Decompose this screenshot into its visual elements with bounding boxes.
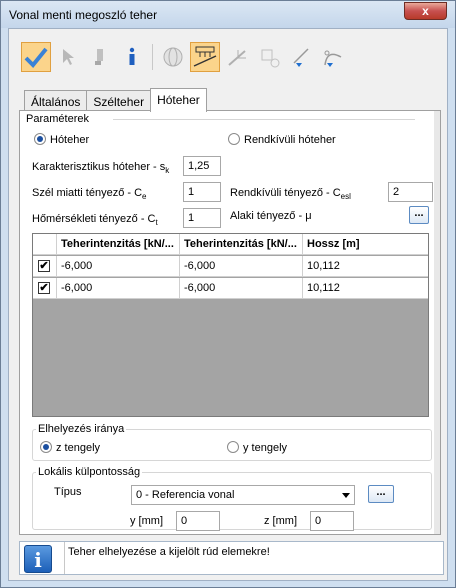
panel-scrollbar[interactable] bbox=[434, 111, 440, 534]
row-check-cell: ✔ bbox=[33, 256, 57, 277]
toolbar bbox=[21, 40, 348, 74]
table-row[interactable]: ✔ -6,000 -6,000 10,112 bbox=[33, 256, 428, 277]
info-icon[interactable] bbox=[117, 42, 147, 72]
load-table: Teherintenzitás [kN/... Teherintenzitás … bbox=[32, 233, 429, 417]
row-checkbox[interactable]: ✔ bbox=[38, 282, 50, 294]
eccentricity-edit-button[interactable]: ... bbox=[368, 485, 394, 503]
window-title: Vonal menti megoszló teher bbox=[9, 8, 158, 22]
mu-label: Alaki tényező - μ bbox=[230, 210, 312, 222]
cursor-tool-icon[interactable] bbox=[85, 42, 115, 72]
radio-snow-load[interactable]: Hóteher bbox=[34, 133, 89, 146]
parameters-legend: Paraméterek bbox=[26, 113, 89, 125]
radio-exceptional-dot bbox=[228, 133, 240, 145]
ct-label: Hőmérsékleti tényező - Ct bbox=[32, 213, 158, 228]
tab-wind-load[interactable]: Szélteher bbox=[86, 90, 152, 111]
radio-y-axis-dot bbox=[227, 441, 239, 453]
mu-edit-button[interactable]: ... bbox=[409, 206, 429, 224]
close-button[interactable]: x bbox=[404, 2, 447, 20]
ct-input[interactable]: 1 bbox=[183, 208, 221, 228]
header-check-cell bbox=[33, 234, 57, 255]
snow-load-panel: Paraméterek Hóteher Rendkívüli hóteher K… bbox=[19, 110, 441, 535]
placement-legend: Elhelyezés iránya bbox=[36, 423, 127, 435]
check-icon[interactable] bbox=[21, 42, 51, 72]
header-length[interactable]: Hossz [m] bbox=[303, 234, 428, 255]
header-intensity-end[interactable]: Teherintenzitás [kN/... bbox=[180, 234, 303, 255]
cell-intensity-end[interactable]: -6,000 bbox=[180, 256, 303, 277]
status-divider bbox=[64, 542, 65, 574]
ce-input[interactable]: 1 bbox=[183, 182, 221, 202]
tab-general[interactable]: Általános bbox=[24, 90, 88, 111]
chevron-down-icon bbox=[342, 493, 350, 498]
radio-z-axis-dot bbox=[40, 441, 52, 453]
tab-snow-load[interactable]: Hóteher bbox=[150, 88, 207, 112]
pointer-icon[interactable] bbox=[53, 42, 83, 72]
y-mm-input[interactable]: 0 bbox=[176, 511, 220, 531]
table-header: Teherintenzitás [kN/... Teherintenzitás … bbox=[33, 234, 428, 255]
node-grid-icon[interactable] bbox=[254, 42, 284, 72]
sk-label: Karakterisztikus hóteher - sk bbox=[32, 161, 170, 176]
row-checkbox[interactable]: ✔ bbox=[38, 260, 50, 272]
radio-exceptional-snow-load[interactable]: Rendkívüli hóteher bbox=[228, 133, 336, 146]
ce-label: Szél miatti tényező - Ce bbox=[32, 187, 147, 202]
line-arrow-icon[interactable] bbox=[286, 42, 316, 72]
radio-y-axis[interactable]: y tengely bbox=[227, 441, 287, 454]
cesl-label: Rendkívüli tényező - Cesl bbox=[230, 187, 351, 202]
cell-intensity-start[interactable]: -6,000 bbox=[57, 278, 180, 299]
status-message: Teher elhelyezése a kijelölt rúd elemekr… bbox=[68, 546, 270, 558]
title-bar[interactable]: Vonal menti megoszló teher x bbox=[1, 1, 455, 28]
row-check-cell: ✔ bbox=[33, 278, 57, 299]
sphere-icon[interactable] bbox=[158, 42, 188, 72]
header-intensity-start[interactable]: Teherintenzitás [kN/... bbox=[57, 234, 180, 255]
z-mm-label: z [mm] bbox=[264, 515, 297, 527]
radio-z-axis[interactable]: z tengely bbox=[40, 441, 100, 454]
radio-snow-load-dot bbox=[34, 133, 46, 145]
y-mm-label: y [mm] bbox=[130, 515, 163, 527]
curve-arrow-icon[interactable] bbox=[318, 42, 348, 72]
cell-intensity-end[interactable]: -6,000 bbox=[180, 278, 303, 299]
info-icon: i bbox=[24, 545, 52, 573]
status-bar: i Teher elhelyezése a kijelölt rúd eleme… bbox=[19, 541, 444, 575]
z-mm-input[interactable]: 0 bbox=[310, 511, 354, 531]
sk-input[interactable]: 1,25 bbox=[183, 156, 221, 176]
line-tool-icon[interactable] bbox=[222, 42, 252, 72]
cell-length[interactable]: 10,112 bbox=[303, 278, 428, 299]
tab-strip: Általános Szélteher Hóteher bbox=[24, 88, 207, 112]
cell-length[interactable]: 10,112 bbox=[303, 256, 428, 277]
cesl-input[interactable]: 2 bbox=[388, 182, 433, 202]
type-label: Típus bbox=[54, 486, 82, 498]
dialog-window: Vonal menti megoszló teher x Általános S… bbox=[0, 0, 456, 588]
dialog-client: Általános Szélteher Hóteher Paraméterek … bbox=[8, 28, 448, 581]
cell-intensity-start[interactable]: -6,000 bbox=[57, 256, 180, 277]
snow-load-icon[interactable] bbox=[190, 42, 220, 72]
toolbar-separator bbox=[152, 44, 153, 70]
table-row[interactable]: ✔ -6,000 -6,000 10,112 bbox=[33, 278, 428, 299]
eccentricity-legend: Lokális külpontosság bbox=[36, 466, 143, 478]
type-select[interactable]: 0 - Referencia vonal bbox=[131, 485, 355, 505]
parameters-divider bbox=[113, 119, 415, 120]
